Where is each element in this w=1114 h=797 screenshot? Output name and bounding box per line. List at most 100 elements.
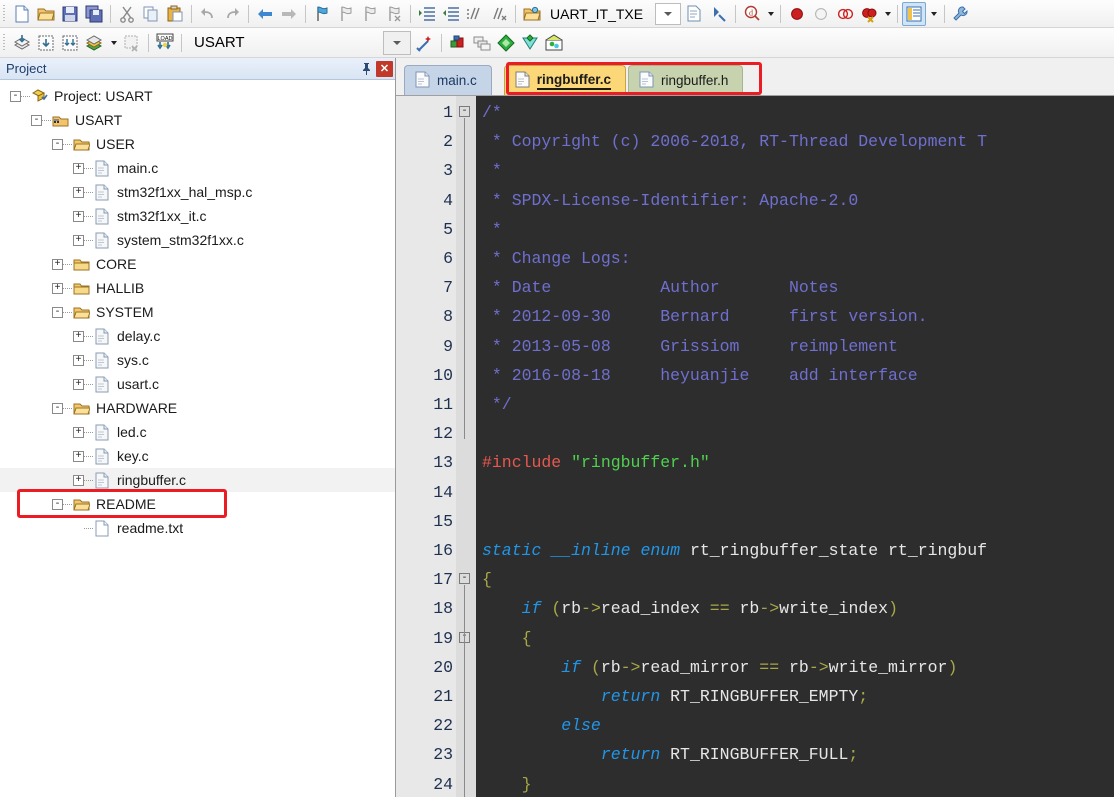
tree-item-readme[interactable]: - README	[0, 492, 395, 516]
tab-ringbuffer-c[interactable]: ringbuffer.c	[503, 65, 627, 95]
expand-icon[interactable]: +	[73, 426, 84, 438]
target-combo[interactable]: UART_IT_TXE	[544, 2, 683, 25]
open-file-icon[interactable]	[34, 2, 58, 26]
toolbar-grip[interactable]	[2, 2, 8, 25]
tree-item-system[interactable]: - SYSTEM	[0, 300, 395, 324]
collapse-icon[interactable]: -	[10, 90, 21, 102]
manage-project-items-icon[interactable]	[446, 31, 470, 55]
tree-item-readme-txt[interactable]: readme.txt	[0, 516, 395, 540]
navigate-forward-icon[interactable]	[277, 2, 301, 26]
bookmark-prev-icon[interactable]	[334, 2, 358, 26]
expand-icon[interactable]: +	[73, 162, 84, 174]
project-combo-arrow[interactable]	[382, 30, 411, 55]
expand-icon[interactable]: +	[73, 474, 84, 486]
collapse-icon[interactable]: -	[52, 306, 63, 318]
fold-toggle-icon[interactable]: -	[459, 106, 470, 117]
manage-windows-icon[interactable]	[902, 1, 927, 26]
target-options-wizard-icon[interactable]	[413, 31, 437, 55]
tree-item-usart[interactable]: - USART	[0, 108, 395, 132]
rebuild-all-icon[interactable]	[58, 31, 82, 55]
expand-icon[interactable]: +	[73, 234, 84, 246]
save-all-icon[interactable]	[82, 2, 106, 26]
project-tree[interactable]: - Project: USART - USART - USER + main.c + stm32f…	[0, 80, 395, 797]
multi-project-icon[interactable]	[470, 31, 494, 55]
navigate-back-icon[interactable]	[253, 2, 277, 26]
batch-build-dropdown-arrow[interactable]	[106, 31, 120, 55]
find-in-files-icon[interactable]: d	[740, 2, 764, 26]
expand-icon[interactable]: +	[73, 210, 84, 222]
tab-main-c[interactable]: main.c	[404, 65, 492, 95]
breakpoint-enable-icon[interactable]	[809, 2, 833, 26]
tree-item-core[interactable]: + CORE	[0, 252, 395, 276]
tree-item-hardware[interactable]: - HARDWARE	[0, 396, 395, 420]
redo-icon[interactable]	[220, 2, 244, 26]
source-code[interactable]: /* * Copyright (c) 2006-2018, RT-Thread …	[476, 96, 1114, 797]
copy-icon[interactable]	[139, 2, 163, 26]
tree-item-user[interactable]: - USER	[0, 132, 395, 156]
target-combo-arrow[interactable]	[655, 2, 682, 25]
expand-icon[interactable]: +	[73, 450, 84, 462]
project-target-combo[interactable]: USART	[186, 30, 413, 55]
build-target-icon[interactable]	[34, 31, 58, 55]
manage-windows-dropdown-arrow[interactable]	[926, 2, 940, 26]
bookmark-next-icon[interactable]	[358, 2, 382, 26]
tab-ringbuffer-h[interactable]: ringbuffer.h	[628, 65, 744, 95]
pin-icon[interactable]	[358, 61, 374, 77]
collapse-icon[interactable]: -	[52, 402, 63, 414]
build-icon[interactable]	[10, 31, 34, 55]
download-icon[interactable]	[683, 2, 707, 26]
tree-item-sys-c[interactable]: + sys.c	[0, 348, 395, 372]
undo-icon[interactable]	[196, 2, 220, 26]
tree-item-led-c[interactable]: + led.c	[0, 420, 395, 444]
save-icon[interactable]	[58, 2, 82, 26]
tree-item-project-usart[interactable]: - Project: USART	[0, 84, 395, 108]
breakpoint-insert-icon[interactable]	[785, 2, 809, 26]
target-options-icon[interactable]	[520, 2, 544, 26]
expand-icon[interactable]: +	[73, 330, 84, 342]
load-icon[interactable]: LOAD	[153, 31, 177, 55]
select-software-packs-icon[interactable]	[518, 31, 542, 55]
expand-icon[interactable]: +	[73, 378, 84, 390]
bookmark-toggle-icon[interactable]	[310, 2, 334, 26]
expand-icon[interactable]: +	[52, 258, 63, 270]
collapse-icon[interactable]: -	[52, 138, 63, 150]
tree-item-delay-c[interactable]: + delay.c	[0, 324, 395, 348]
tree-item-stm32f1xx-hal-msp-c[interactable]: + stm32f1xx_hal_msp.c	[0, 180, 395, 204]
comment-icon[interactable]	[463, 2, 487, 26]
breakpoint-dropdown-arrow[interactable]	[881, 2, 893, 26]
batch-build-icon[interactable]	[82, 31, 106, 55]
paste-icon[interactable]	[163, 2, 187, 26]
breakpoint-disable-all-icon[interactable]	[833, 2, 857, 26]
code-folding-column[interactable]: -----	[456, 96, 476, 797]
expand-icon[interactable]: +	[52, 282, 63, 294]
chevron-down-icon	[930, 11, 937, 16]
find-dropdown-arrow[interactable]	[764, 2, 776, 26]
collapse-icon[interactable]: -	[52, 498, 63, 510]
bookmark-clear-icon[interactable]	[382, 2, 406, 26]
breakpoint-kill-all-icon[interactable]	[857, 2, 881, 26]
close-panel-button[interactable]: ✕	[376, 60, 393, 77]
cut-icon[interactable]	[115, 2, 139, 26]
expand-icon[interactable]: +	[73, 354, 84, 366]
new-file-icon[interactable]	[10, 2, 34, 26]
debug-start-icon[interactable]	[707, 2, 731, 26]
pack-installer-icon[interactable]	[494, 31, 518, 55]
tree-item-hallib[interactable]: + HALLIB	[0, 276, 395, 300]
manage-run-time-env-icon[interactable]	[542, 31, 566, 55]
tree-item-system-stm32f1xx-c[interactable]: + system_stm32f1xx.c	[0, 228, 395, 252]
toolbar-grip[interactable]	[2, 31, 8, 54]
stop-build-icon[interactable]	[120, 31, 144, 55]
tree-item-stm32f1xx-it-c[interactable]: + stm32f1xx_it.c	[0, 204, 395, 228]
tree-item-usart-c[interactable]: + usart.c	[0, 372, 395, 396]
uncomment-icon[interactable]	[487, 2, 511, 26]
configure-icon[interactable]	[949, 2, 973, 26]
tree-item-main-c[interactable]: + main.c	[0, 156, 395, 180]
tree-item-ringbuffer-c[interactable]: + ringbuffer.c	[0, 468, 395, 492]
collapse-icon[interactable]: -	[31, 114, 42, 126]
tree-item-key-c[interactable]: + key.c	[0, 444, 395, 468]
expand-icon[interactable]: +	[73, 186, 84, 198]
indent-increase-icon[interactable]	[415, 2, 439, 26]
code-view[interactable]: 1234567891011121314151617181920212223242…	[396, 96, 1114, 797]
fold-toggle-icon[interactable]: -	[459, 573, 470, 585]
indent-decrease-icon[interactable]	[439, 2, 463, 26]
